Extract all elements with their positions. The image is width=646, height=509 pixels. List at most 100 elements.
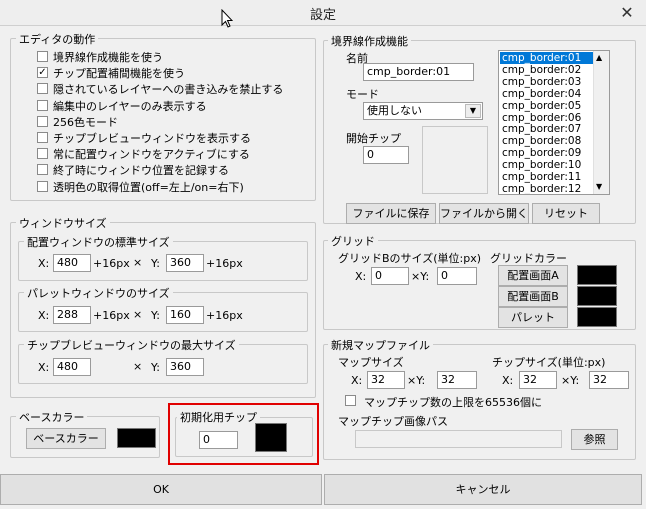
init-chip-input[interactable]: 0 (199, 431, 238, 449)
scroll-down-icon[interactable]: ▼ (596, 182, 602, 191)
preview-y-label: Y: (151, 361, 160, 374)
grid-x-input[interactable]: 0 (371, 267, 409, 285)
palette-y-input[interactable]: 160 (166, 306, 204, 324)
open-file-button[interactable]: ファイルから開く (439, 203, 529, 224)
placement-y-suffix: +16px (206, 257, 243, 270)
preview-x-label: X: (38, 361, 50, 374)
editor-option-label: 隠されているレイヤーへの書き込みを禁止する (53, 83, 284, 97)
border-list-item[interactable]: cmp_border:12 (500, 183, 581, 194)
start-chip-input[interactable]: 0 (363, 146, 409, 164)
editor-option-checkbox[interactable] (37, 132, 48, 143)
editor-option-checkbox[interactable] (37, 148, 48, 160)
grid-placement-a-swatch[interactable] (577, 265, 617, 285)
window-size-legend: ウィンドウサイズ (16, 215, 110, 231)
grid-y-input[interactable]: 0 (437, 267, 477, 285)
palette-x-suffix: +16px (93, 309, 130, 322)
border-list[interactable]: cmp_border:01 cmp_border:02 cmp_border:03 c… (498, 50, 610, 195)
grid-palette-button[interactable]: パレット (498, 307, 568, 328)
border-list-item[interactable]: cmp_border:02 (500, 64, 581, 76)
editor-option-checkbox[interactable]: ✓ (37, 67, 48, 79)
border-list-item[interactable]: cmp_border:08 (500, 135, 581, 147)
browse-button[interactable]: 参照 (571, 429, 618, 450)
mouse-cursor-icon (221, 9, 233, 28)
base-color-legend: ベースカラー (16, 409, 88, 425)
editor-option-label: 終了時にウィンドウ位置を記録する (53, 164, 229, 178)
placement-x-input[interactable]: 480 (53, 254, 91, 272)
grid-size-label: グリッドBのサイズ(単位:px) (338, 252, 481, 265)
map-y-input[interactable]: 32 (437, 371, 477, 389)
chip-x-input[interactable]: 32 (519, 371, 557, 389)
border-list-item[interactable]: cmp_border:01 (500, 52, 594, 64)
editor-option-label: 常に配置ウィンドウをアクティブにする (53, 148, 250, 162)
grid-placement-b-swatch[interactable] (577, 286, 617, 306)
palette-times: × (133, 308, 143, 321)
editor-option-checkbox[interactable] (37, 115, 48, 127)
chip-limit-checkbox[interactable] (345, 395, 356, 406)
editor-legend: エディタの動作 (16, 31, 99, 47)
border-mode-value: 使用しない (367, 104, 422, 117)
reset-button[interactable]: リセット (532, 203, 600, 224)
image-path-input[interactable] (355, 430, 562, 448)
grid-placement-a-button[interactable]: 配置画面A (498, 265, 568, 286)
placement-x-label: X: (38, 257, 50, 270)
chip-limit-label: マップチップ数の上限を65536個に (364, 396, 542, 409)
chip-size-label: チップサイズ(単位:px) (492, 356, 606, 369)
border-list-scrollbar[interactable]: ▲ ▼ (593, 51, 609, 194)
border-list-item[interactable]: cmp_border:05 (500, 100, 581, 112)
grid-color-label: グリッドカラー (490, 252, 567, 265)
window-title: 設定 (309, 8, 336, 23)
chip-x-label: X: (502, 374, 514, 387)
border-list-item[interactable]: cmp_border:06 (500, 112, 581, 124)
border-mode-label: モード (346, 88, 379, 101)
palette-y-label: Y: (151, 309, 160, 322)
map-x-input[interactable]: 32 (367, 371, 405, 389)
chevron-down-icon[interactable]: ▼ (465, 104, 481, 118)
new-map-legend: 新規マップファイル (328, 337, 433, 353)
editor-option-label: 境界線作成機能を使う (53, 51, 163, 64)
placement-x-suffix: +16px (93, 257, 130, 270)
init-chip-swatch[interactable] (255, 423, 287, 452)
close-icon[interactable]: ✕ (612, 2, 642, 24)
editor-option-checkbox[interactable] (37, 83, 48, 95)
border-list-item[interactable]: cmp_border:03 (500, 76, 581, 88)
scroll-up-icon[interactable]: ▲ (596, 53, 602, 62)
ok-button[interactable]: OK (0, 474, 322, 505)
editor-option-checkbox[interactable] (37, 99, 48, 111)
preview-x-input[interactable]: 480 (53, 358, 91, 376)
preview-y-input[interactable]: 360 (166, 358, 204, 376)
palette-x-label: X: (38, 309, 50, 322)
preview-size-legend: チップブレビューウィンドウの最大サイズ (24, 337, 239, 353)
editor-option-checkbox[interactable] (37, 51, 48, 62)
palette-y-suffix: +16px (206, 309, 243, 322)
border-name-input[interactable]: cmp_border:01 (363, 63, 474, 81)
border-list-item[interactable]: cmp_border:07 (500, 123, 581, 135)
editor-option-label: 編集中のレイヤーのみ表示する (53, 99, 207, 113)
editor-option-checkbox[interactable] (37, 164, 48, 176)
base-color-swatch[interactable] (117, 428, 156, 448)
border-list-item[interactable]: cmp_border:09 (500, 147, 581, 159)
palette-x-input[interactable]: 288 (53, 306, 91, 324)
start-chip-label: 開始チップ (346, 132, 401, 145)
border-list-item[interactable]: cmp_border:11 (500, 171, 581, 183)
editor-option-label: チップ配置補間機能を使う (53, 67, 185, 81)
start-chip-preview (422, 126, 488, 194)
save-file-button[interactable]: ファイルに保存 (346, 203, 436, 224)
grid-palette-swatch[interactable] (577, 307, 617, 327)
placement-times: × (133, 256, 143, 269)
init-chip-legend: 初期化用チップ (177, 409, 260, 425)
grid-y-label: ×Y: (411, 270, 430, 283)
editor-option-label: 256色モード (53, 115, 118, 129)
border-list-item[interactable]: cmp_border:10 (500, 159, 581, 171)
cancel-button[interactable]: キャンセル (324, 474, 642, 505)
chip-y-input[interactable]: 32 (589, 371, 629, 389)
map-y-label: ×Y: (407, 374, 426, 387)
border-legend: 境界線作成機能 (328, 33, 411, 49)
editor-option-label: 透明色の取得位置(off=左上/on=右下) (53, 180, 244, 194)
grid-placement-b-button[interactable]: 配置画面B (498, 286, 568, 307)
placement-y-label: Y: (151, 257, 160, 270)
placement-y-input[interactable]: 360 (166, 254, 204, 272)
preview-times: × (133, 360, 143, 373)
border-list-item[interactable]: cmp_border:04 (500, 88, 581, 100)
base-color-button[interactable]: ベースカラー (26, 428, 106, 449)
editor-option-checkbox[interactable] (37, 180, 48, 192)
